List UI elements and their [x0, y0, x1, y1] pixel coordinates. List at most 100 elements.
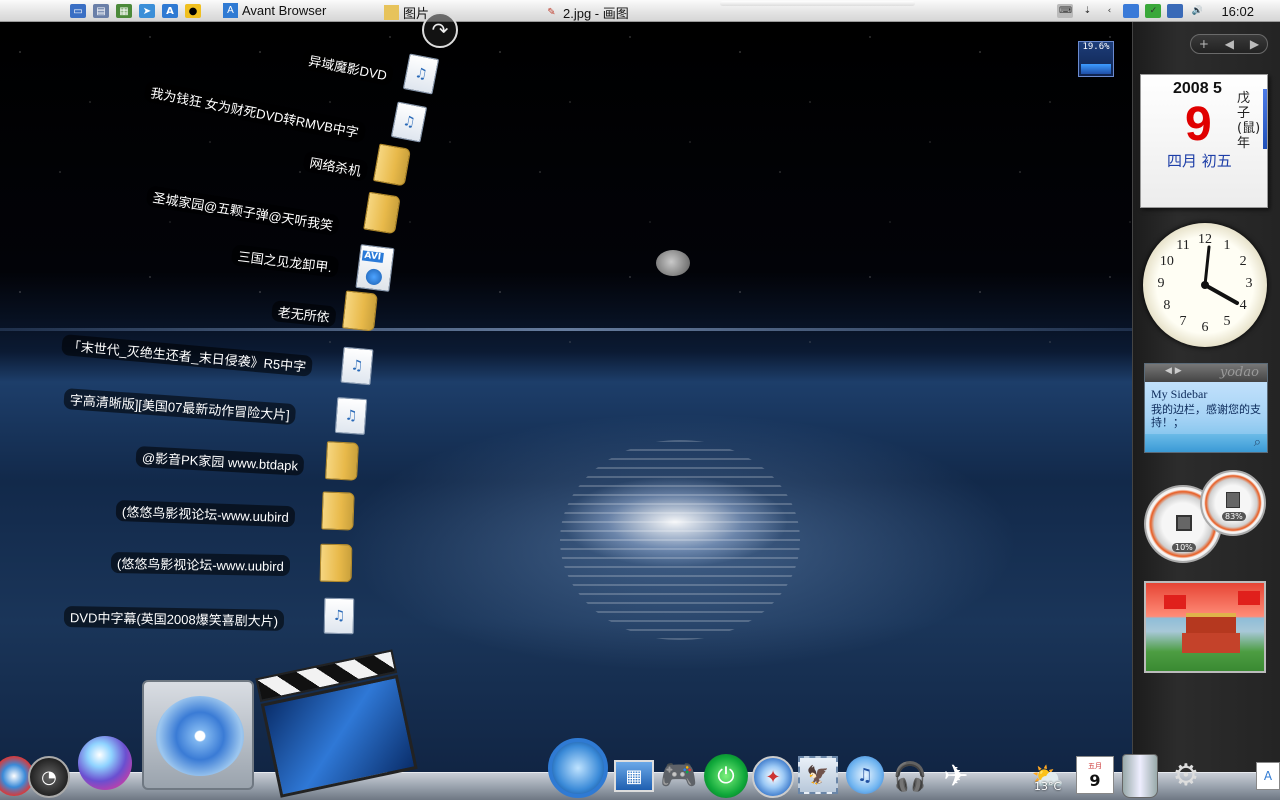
clock-minute-hand	[1203, 245, 1211, 287]
gate-roof-image	[1186, 613, 1236, 633]
wallpaper-moon-reflection	[560, 440, 800, 640]
qq-penguin-icon[interactable]: ●	[185, 4, 201, 18]
network-icon[interactable]: ▦	[116, 4, 132, 18]
menu-bar: ▭ ▤ ▦ ➤ A ● A Avant Browser 图片 ✎ 2.jpg -…	[0, 0, 1280, 22]
search-icon[interactable]: ⌕	[1254, 435, 1261, 450]
calendar-side-tab	[1263, 89, 1267, 149]
avant-icon: A	[223, 3, 238, 18]
mail-stamp-icon[interactable]: 🦅	[798, 756, 838, 794]
chevron-left-icon[interactable]: ‹	[1101, 4, 1117, 18]
arrow-app-icon[interactable]: ➤	[139, 4, 155, 18]
add-gadget-button[interactable]: +	[1199, 37, 1209, 51]
dashboard-gauge-icon[interactable]: ◔	[28, 756, 70, 798]
clock-center-pin	[1201, 281, 1209, 289]
folder-icon[interactable]	[363, 191, 401, 235]
cpu-meter-widget[interactable]: 19.6%	[1078, 41, 1114, 77]
input-method-icon[interactable]: ⇣	[1079, 4, 1095, 18]
calendar-ganzhi-year: 戊子(鼠)年	[1237, 91, 1261, 151]
hard-disk-platter	[156, 696, 244, 776]
sync-globe-icon[interactable]	[548, 738, 608, 798]
colorful-orb-icon[interactable]	[78, 736, 132, 790]
volume-icon[interactable]: 🔊	[1189, 4, 1205, 18]
yodao-search-bar[interactable]: ⌕	[1145, 434, 1267, 452]
keyboard-icon[interactable]: ⌨	[1057, 4, 1074, 18]
cpu-meter-graph	[1081, 64, 1111, 74]
menubar-clock[interactable]: 16:02	[1221, 4, 1254, 19]
messenger-icon[interactable]	[1123, 4, 1140, 18]
folder-icon[interactable]	[372, 143, 412, 187]
quick-launch: ▭ ▤ ▦ ➤ A ●	[70, 4, 201, 18]
gamepad-icon[interactable]: 🎮	[656, 758, 702, 793]
task-pictures-folder[interactable]: 图片	[384, 3, 429, 22]
avant-quick-icon[interactable]: A	[162, 4, 178, 18]
bird-messenger-icon[interactable]: ✈	[934, 754, 978, 798]
flag-image	[1238, 591, 1260, 605]
window-grid-icon[interactable]: ▦	[614, 760, 654, 792]
media-file-icon[interactable]: ♫	[323, 597, 355, 635]
show-desktop-icon[interactable]: ▭	[70, 4, 86, 18]
folder-icon[interactable]	[325, 441, 359, 481]
movie-clapboard-icon[interactable]	[252, 634, 425, 800]
trash-icon[interactable]	[1122, 754, 1158, 798]
next-page-button[interactable]: ▶	[1250, 37, 1259, 51]
avi-tag: AVI	[361, 250, 384, 263]
calendar-gadget[interactable]: 2008 5 9 四月 初五 戊子(鼠)年	[1140, 74, 1268, 208]
ical-day: 9	[1089, 770, 1101, 790]
ical-month: 五月	[1088, 761, 1102, 770]
gate-wall-image	[1182, 633, 1240, 653]
paint-icon: ✎	[547, 7, 556, 18]
calendar-year-month: 2008 5	[1173, 80, 1222, 97]
stack-open-icon[interactable]: ↷	[422, 12, 458, 48]
stack-item-label: DVD中字幕(英国2008爆笑喜剧大片)	[63, 606, 285, 631]
ical-icon[interactable]: 五月 9	[1076, 756, 1114, 794]
avant-dock-icon[interactable]: A	[1256, 762, 1280, 790]
memory-chip-icon	[1226, 492, 1240, 508]
cpu-chip-icon	[1176, 515, 1192, 531]
yodao-arrows-icon[interactable]: ◀ ▶	[1165, 366, 1182, 376]
security-check-icon[interactable]: ✓	[1145, 4, 1162, 18]
folder-icon[interactable]	[319, 543, 353, 583]
folder-icon	[384, 5, 399, 20]
menubar-highlight	[720, 1, 915, 6]
yodao-header: ◀ ▶ yodao	[1145, 364, 1267, 382]
calendar-day: 9	[1185, 98, 1212, 151]
memory-gauge-value: 83%	[1222, 512, 1246, 521]
hard-disk-icon[interactable]	[142, 680, 254, 790]
slideshow-gadget[interactable]	[1144, 581, 1266, 673]
folder-icon[interactable]	[321, 491, 355, 531]
window-switch-icon[interactable]: ▤	[93, 4, 109, 18]
yodao-sidebar-gadget[interactable]: ◀ ▶ yodao My Sidebar 我的边栏，感谢您的支持！； ⌕	[1144, 363, 1268, 453]
avi-file-icon[interactable]: AVI	[355, 244, 395, 292]
headphones-icon[interactable]: 🎧	[888, 754, 932, 798]
clock-gadget[interactable]: 12 1 2 3 4 5 6 7 8 9 10 11	[1143, 223, 1267, 347]
yodao-title: My Sidebar	[1151, 387, 1208, 401]
cpu-meter-value: 19.6%	[1082, 42, 1110, 52]
task-paint[interactable]: ✎ 2.jpg - 画图	[544, 3, 629, 22]
wallpaper-horizon	[0, 328, 1132, 331]
yodao-logo: yodao	[1219, 365, 1259, 380]
network-status-icon[interactable]	[1167, 4, 1184, 18]
safari-compass-icon[interactable]: ✦	[752, 756, 794, 798]
stack-item[interactable]: (悠悠鸟影视论坛-www.uubird	[110, 552, 291, 577]
wallpaper-stars	[0, 22, 1132, 352]
folder-icon[interactable]	[342, 290, 378, 332]
itunes-music-icon[interactable]: ♫	[846, 756, 884, 794]
previous-page-button[interactable]: ◀	[1225, 37, 1234, 51]
clock-hands	[1201, 245, 1239, 305]
weather-temperature: 13°C	[1034, 780, 1062, 793]
task-label: 2.jpg - 画图	[563, 6, 629, 21]
cpu-gauge-value: 10%	[1172, 543, 1196, 552]
power-up-icon[interactable]: ⏻	[704, 754, 748, 798]
clock-hour-hand	[1203, 283, 1239, 305]
system-tray: ⌨ ⇣ ‹ ✓ 🔊 16:02	[1057, 0, 1280, 22]
stack-item-label: (悠悠鸟影视论坛-www.uubird	[110, 552, 291, 577]
task-avant-browser[interactable]: A Avant Browser	[223, 3, 326, 18]
media-file-icon[interactable]: ♫	[334, 396, 368, 436]
sidebar-navigation: + ◀ ▶	[1190, 34, 1268, 54]
yodao-message: 我的边栏，感谢您的支持！；	[1151, 403, 1261, 429]
media-file-icon[interactable]: ♫	[340, 346, 374, 386]
system-preferences-icon[interactable]: ⚙	[1164, 752, 1208, 798]
memory-gauge-gadget[interactable]: 83%	[1200, 470, 1266, 536]
play-icon	[364, 268, 383, 286]
stack-item[interactable]: DVD中字幕(英国2008爆笑喜剧大片)	[63, 606, 285, 631]
